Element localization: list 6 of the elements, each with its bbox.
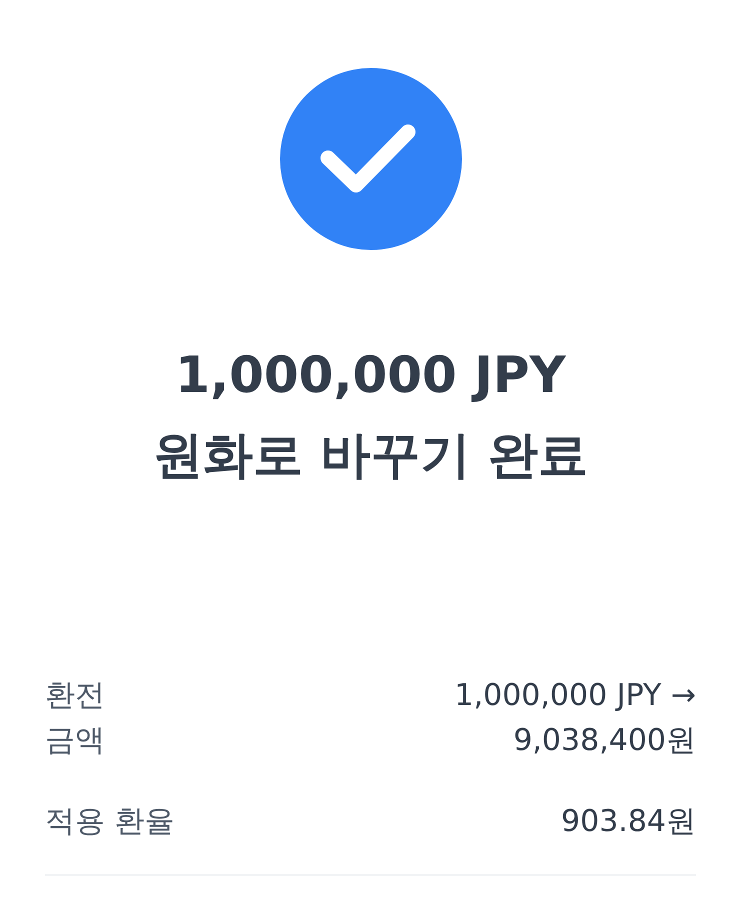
detail-value: 903.84원	[561, 803, 696, 841]
title-amount: 1,000,000 JPY	[174, 345, 567, 406]
detail-label: 적용 환율	[45, 803, 175, 841]
detail-label: 환전 금액	[45, 677, 105, 760]
title-message: 원화로 바꾸기 완료	[152, 425, 589, 486]
detail-value: 1,000,000 JPY → 9,038,400원	[454, 677, 696, 760]
